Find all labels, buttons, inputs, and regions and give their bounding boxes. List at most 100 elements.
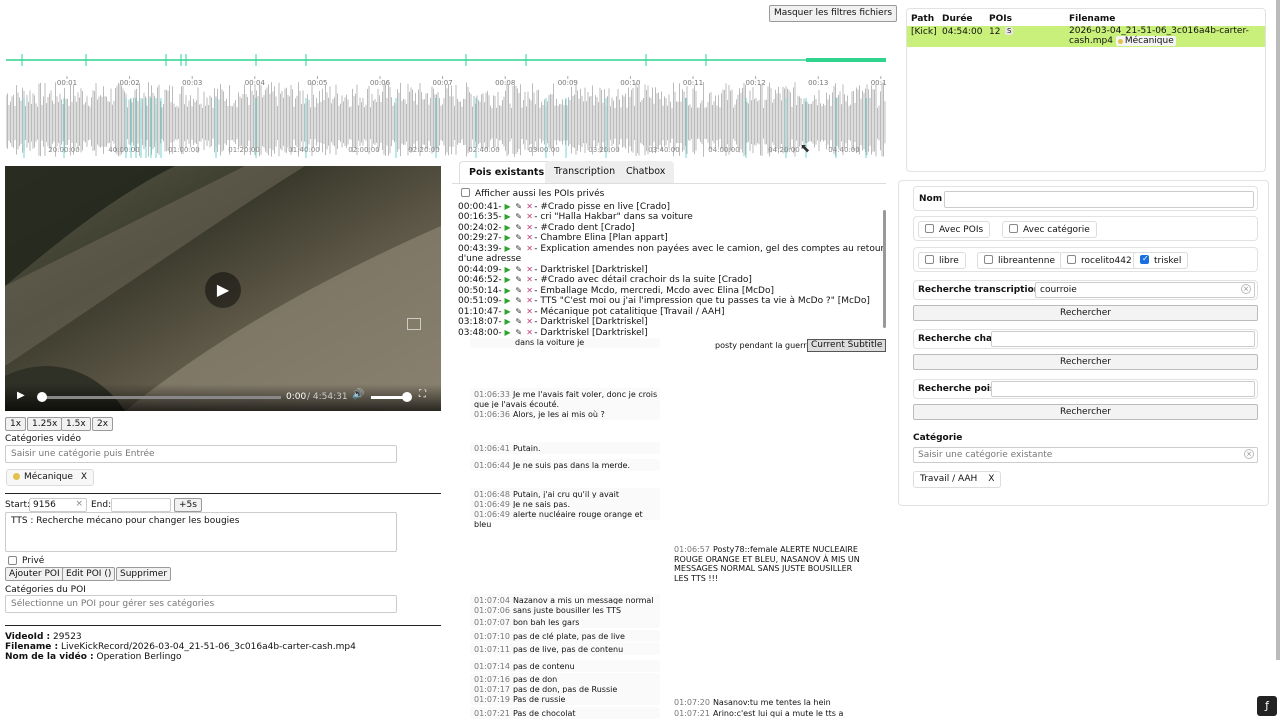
poi-time[interactable]: 00:43:39 <box>458 244 498 254</box>
play-icon[interactable]: ▶ <box>505 244 513 255</box>
category-filter-chip-remove-button[interactable]: X <box>988 474 994 484</box>
play-icon[interactable]: ▶ <box>505 328 513 339</box>
poi-time[interactable]: 00:29:27 <box>458 233 498 243</box>
source-checkbox[interactable] <box>984 255 993 264</box>
poi-list-scrollbar[interactable] <box>883 210 886 328</box>
chat-line[interactable]: 01:07:21 Arino:c'est lui qui a mute le tt… <box>674 709 864 720</box>
name-filter-input[interactable] <box>944 191 1254 208</box>
seek-bar[interactable] <box>41 396 281 399</box>
poi-time[interactable]: 01:10:47 <box>458 307 498 317</box>
poi-time[interactable]: 00:16:35 <box>458 212 498 222</box>
start-input[interactable]: 9156 × <box>29 498 87 512</box>
delete-poi-button[interactable]: Supprimer <box>116 567 172 581</box>
pencil-icon[interactable]: ✎ <box>515 265 523 276</box>
pencil-icon[interactable]: ✎ <box>515 212 523 223</box>
pencil-icon[interactable]: ✎ <box>515 233 523 244</box>
transcript-line[interactable]: 01:07:11 pas de live, pas de contenu <box>474 645 659 655</box>
play-icon[interactable]: ▶ <box>505 212 513 223</box>
with-category-filter[interactable]: Avec catégorie <box>1002 221 1097 238</box>
play-icon[interactable]: ▶ <box>505 202 513 213</box>
play-icon[interactable]: ▶ <box>505 233 513 244</box>
chat-search-input[interactable] <box>991 331 1255 347</box>
speed-1-5x-button[interactable]: 1.5x <box>61 417 91 431</box>
poi-time[interactable]: 00:50:14 <box>458 286 498 296</box>
chat-line[interactable]: 01:06:57 Posty78::female ALERTE NUCLEAIRE… <box>674 545 864 583</box>
start-clear-button[interactable]: × <box>75 499 83 509</box>
transcript-line[interactable]: 01:07:10 pas de clé plate, pas de live <box>474 632 659 642</box>
poi-time[interactable]: 00:24:02 <box>458 223 498 233</box>
edit-poi-button[interactable]: Edit POI () <box>62 567 116 581</box>
poi-time[interactable]: 00:51:09 <box>458 296 498 306</box>
source-filter-rocelito442[interactable]: rocelito442 <box>1060 252 1139 269</box>
volume-handle[interactable] <box>402 392 412 402</box>
speed-1-25x-button[interactable]: 1.25x <box>27 417 63 431</box>
current-subtitle-button[interactable]: Current Subtitle <box>807 339 887 352</box>
col-pois[interactable]: POIs <box>989 14 1012 24</box>
poi-time[interactable]: 00:00:41 <box>458 202 498 212</box>
pencil-icon[interactable]: ✎ <box>515 244 523 255</box>
speed-2x-button[interactable]: 2x <box>92 417 114 431</box>
col-filename[interactable]: Filename <box>1069 14 1115 24</box>
toggle-file-filters-button[interactable]: Masquer les filtres fichiers <box>769 5 898 22</box>
audio-waveform[interactable]: 00:01 00:02 00:03 00:04 00:05 00:06 00:07 00:08… <box>6 28 886 160</box>
poi-time[interactable]: 03:18:07 <box>458 317 498 327</box>
fullscreen-icon[interactable]: ⛶ <box>419 389 426 400</box>
transcript-line[interactable]: dans la voiture je <box>512 338 697 348</box>
page-scrollbar[interactable] <box>1276 0 1280 660</box>
transcript-line[interactable]: 01:07:14 pas de contenu <box>474 662 659 672</box>
pencil-icon[interactable]: ✎ <box>515 202 523 213</box>
seek-handle[interactable] <box>37 392 47 402</box>
play-icon[interactable]: ▶ <box>505 296 513 307</box>
transcript-line[interactable]: 01:06:33 Je me l'avais fait voler, donc j… <box>474 390 659 409</box>
play-overlay-button[interactable]: ▶ <box>205 272 241 308</box>
speed-1x-button[interactable]: 1x <box>5 417 27 431</box>
search-transcript-button[interactable]: Rechercher <box>913 305 1258 321</box>
tab-chatbox[interactable]: Chatbox <box>617 161 675 183</box>
source-checkbox[interactable] <box>1067 255 1076 264</box>
poi-time[interactable]: 03:48:00 <box>458 328 498 338</box>
poi-time[interactable]: 00:44:09 <box>458 265 498 275</box>
transcript-line[interactable]: 01:06:36 Alors, je les ai mis où ? <box>474 410 659 420</box>
chat-line[interactable]: 01:07:20 Nasanov:tu me tentes la hein <box>674 698 864 708</box>
transcript-line[interactable]: 01:07:21 Pas de chocolat <box>474 709 659 719</box>
symfony-toolbar-icon[interactable]: ƒ <box>1257 696 1277 716</box>
pencil-icon[interactable]: ✎ <box>515 275 523 286</box>
play-icon[interactable]: ▶ <box>505 275 513 286</box>
pencil-icon[interactable]: ✎ <box>515 286 523 297</box>
transcript-search-clear-button[interactable]: × <box>1241 284 1251 294</box>
video-player[interactable]: ▶ <box>5 166 441 411</box>
poi-time[interactable]: 00:46:52 <box>458 275 498 285</box>
category-filter-clear-button[interactable]: × <box>1244 449 1254 459</box>
transcript-line[interactable]: 01:06:49 alerte nucléaire rouge orange et… <box>474 510 659 529</box>
play-button[interactable]: ▶ <box>17 390 25 401</box>
play-icon[interactable]: ▶ <box>505 286 513 297</box>
source-checkbox[interactable] <box>925 255 934 264</box>
source-filter-libreantenne[interactable]: libreantenne <box>977 252 1062 269</box>
play-icon[interactable]: ▶ <box>505 265 513 276</box>
video-category-input[interactable]: Saisir une catégorie puis Entrée <box>5 445 397 463</box>
category-chip-remove-button[interactable]: X <box>81 472 87 482</box>
source-filter-libre[interactable]: libre <box>918 252 966 269</box>
add-poi-button[interactable]: Ajouter POI <box>5 567 64 581</box>
col-duration[interactable]: Durée <box>942 14 973 24</box>
transcript-line[interactable]: 01:07:07 bon bah les gars <box>474 618 659 628</box>
file-row[interactable]: [Kick] 04:54:00 12 S 2026-03-04_21-51-06… <box>907 26 1265 47</box>
plus-5s-button[interactable]: +5s <box>174 498 202 512</box>
poi-category-input[interactable]: Sélectionne un POI pour gérer ses catégo… <box>5 595 397 613</box>
with-pois-filter[interactable]: Avec POIs <box>918 221 991 238</box>
chat-line[interactable]: posty pendant la guerre <box>712 341 812 351</box>
volume-icon[interactable]: 🔊 <box>352 389 364 400</box>
tab-pois[interactable]: Pois existants <box>459 161 555 183</box>
col-path[interactable]: Path <box>911 14 934 24</box>
tab-transcription[interactable]: Transcription <box>545 161 625 183</box>
transcript-line[interactable]: 01:07:06 sans juste bousiller les TTS <box>474 606 659 616</box>
poi-search-input[interactable] <box>991 381 1255 397</box>
pencil-icon[interactable]: ✎ <box>515 296 523 307</box>
transcript-line[interactable]: 01:07:19 Pas de russie <box>474 695 659 705</box>
pencil-icon[interactable]: ✎ <box>515 307 523 318</box>
transcript-line[interactable]: 01:06:44 Je ne suis pas dans la merde. <box>474 461 659 471</box>
search-chat-button[interactable]: Rechercher <box>913 354 1258 370</box>
source-filter-triskel[interactable]: triskel <box>1133 252 1189 269</box>
play-icon[interactable]: ▶ <box>505 307 513 318</box>
private-checkbox[interactable] <box>8 556 17 565</box>
